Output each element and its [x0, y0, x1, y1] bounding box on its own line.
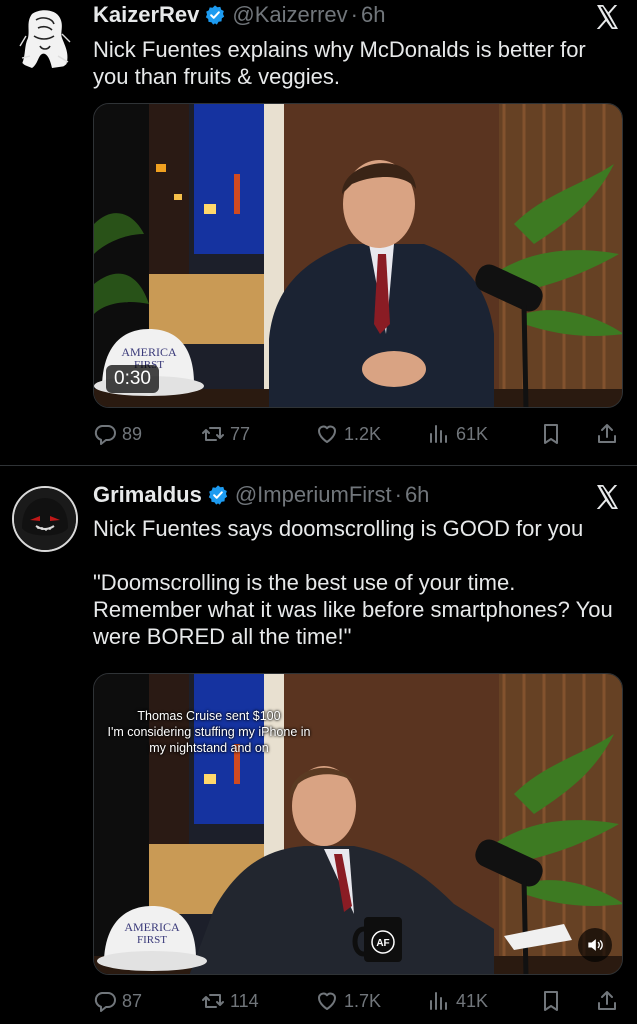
view-count: 41K	[456, 990, 489, 1011]
repost-count: 114	[230, 990, 259, 1011]
speaker-icon	[588, 939, 603, 951]
reply-icon	[94, 425, 116, 445]
user-handle[interactable]: @ImperiumFirst	[235, 482, 392, 508]
tweet-text-line: Nick Fuentes explains why McDonalds is b…	[93, 37, 586, 89]
heart-icon	[318, 992, 336, 1010]
bookmark-icon	[544, 991, 558, 1011]
separator-dot: ·	[394, 482, 402, 507]
repost-icon	[202, 994, 224, 1008]
tweet-text-line: "Doomscrolling is the best use of your t…	[93, 570, 613, 649]
x-logo-icon	[595, 4, 619, 30]
hat-text: AMERICA	[121, 345, 177, 359]
reply-count: 89	[122, 423, 143, 444]
repost-icon	[202, 427, 224, 441]
video-player[interactable]: AMERICA FIRST 0:30	[93, 103, 623, 408]
like-count: 1.7K	[344, 990, 382, 1011]
avatar[interactable]	[12, 486, 78, 552]
bookmark-icon	[544, 424, 558, 444]
timestamp[interactable]: 6h	[405, 482, 429, 508]
separator-dot: ·	[350, 2, 358, 27]
like-count: 1.2K	[344, 423, 382, 444]
view-count: 61K	[456, 423, 489, 444]
video-player[interactable]: AF AMERICA FIRST Thomas Cruise sent $100…	[93, 673, 623, 975]
caption-message: I'm considering stuffing my iPhone in my…	[107, 725, 311, 755]
tweet-text: Nick Fuentes explains why McDonalds is b…	[93, 36, 623, 90]
tweet-text-line: Nick Fuentes says doomscrolling is GOOD …	[93, 516, 584, 541]
like-button[interactable]: 1.7K	[315, 986, 381, 1016]
views-button[interactable]: 41K	[427, 986, 488, 1016]
display-name[interactable]: KaizerRev	[93, 2, 199, 28]
repost-count: 77	[230, 423, 251, 444]
verified-badge-icon	[207, 484, 229, 506]
share-icon	[598, 424, 616, 443]
x-logo-icon	[595, 484, 619, 510]
reply-button[interactable]: 89	[93, 419, 142, 449]
repost-button[interactable]: 77	[201, 419, 250, 449]
share-button[interactable]	[595, 419, 619, 449]
tweet-2[interactable]: Grimaldus @ImperiumFirst · 6h Nick Fuent…	[0, 466, 637, 1024]
reply-count: 87	[122, 990, 143, 1011]
bookmark-button[interactable]	[539, 986, 563, 1016]
reply-icon	[94, 992, 116, 1012]
caption-donor: Thomas Cruise sent $100	[137, 709, 281, 723]
donation-caption: Thomas Cruise sent $100 I'm considering …	[104, 708, 314, 756]
share-button[interactable]	[595, 986, 619, 1016]
hat-text: AMERICA	[124, 920, 180, 934]
views-button[interactable]: 61K	[427, 419, 488, 449]
hat-text: FIRST	[137, 934, 167, 946]
like-button[interactable]: 1.2K	[315, 419, 381, 449]
avatar[interactable]	[12, 6, 78, 72]
share-icon	[598, 991, 616, 1010]
video-duration: 0:30	[106, 365, 159, 393]
tweet-actions: 87 114 1.7K 41K	[93, 986, 623, 1016]
views-icon	[430, 992, 447, 1010]
repost-button[interactable]: 114	[201, 986, 259, 1016]
tweet-text: Nick Fuentes says doomscrolling is GOOD …	[93, 515, 623, 650]
reply-button[interactable]: 87	[93, 986, 142, 1016]
tweet-header: KaizerRev @Kaizerrev · 6h	[93, 2, 385, 28]
mug-text: AF	[376, 938, 389, 949]
user-handle[interactable]: @Kaizerrev	[232, 2, 347, 28]
display-name[interactable]: Grimaldus	[93, 482, 202, 508]
tweet-header: Grimaldus @ImperiumFirst · 6h	[93, 482, 429, 508]
video-frame: AMERICA FIRST	[94, 104, 622, 407]
views-icon	[430, 425, 447, 443]
bookmark-button[interactable]	[539, 419, 563, 449]
tweet-actions: 89 77 1.2K 61K	[93, 419, 623, 449]
mute-button[interactable]	[578, 928, 612, 962]
tweet-1[interactable]: KaizerRev @Kaizerrev · 6h Nick Fuentes e…	[0, 0, 637, 465]
verified-badge-icon	[204, 4, 226, 26]
heart-icon	[318, 425, 336, 443]
timestamp[interactable]: 6h	[361, 2, 385, 28]
